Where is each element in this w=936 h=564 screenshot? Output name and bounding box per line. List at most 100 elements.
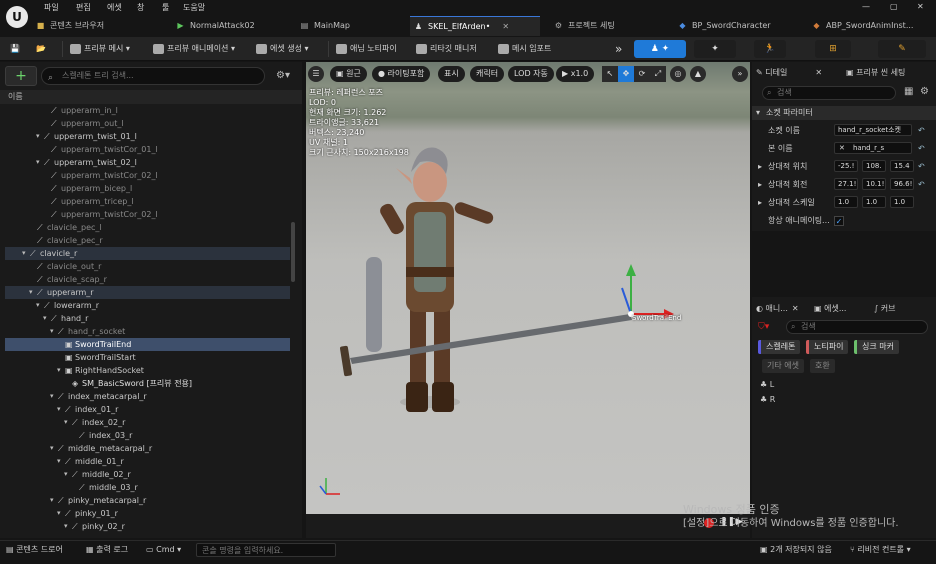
expand-arrow-icon[interactable]: ▾ xyxy=(36,156,40,169)
playrate-button[interactable]: ▶ x1.0 xyxy=(556,66,595,82)
close-details-icon[interactable]: ✕ xyxy=(815,68,822,77)
expand-arrow-icon[interactable]: ▾ xyxy=(57,403,61,416)
location-z-field[interactable]: 15.4 xyxy=(890,160,914,172)
filter-sync-marker[interactable]: 싱크 마커 xyxy=(854,340,899,354)
rotate-tool-icon[interactable]: ⟳ xyxy=(634,66,650,82)
perspective-button[interactable]: ▣ 원근 xyxy=(330,66,367,82)
blueprint-mode-button[interactable]: ⊞ xyxy=(815,40,851,58)
tab-project-settings[interactable]: ⚙ 프로젝트 세팅 xyxy=(550,16,660,36)
expand-arrow-icon[interactable]: ▾ xyxy=(64,416,68,429)
grid-view-icon[interactable]: ▦ xyxy=(904,86,913,97)
tab-curves[interactable]: ∫ 커브 xyxy=(874,300,895,318)
preview-anim-button[interactable]: 프리뷰 애니메이션 ▾ xyxy=(153,41,235,57)
reset-icon[interactable]: ↶ xyxy=(918,123,925,138)
details-settings-icon[interactable]: ⚙ xyxy=(920,86,929,97)
viewport-menu-button[interactable]: ☰ xyxy=(308,66,324,82)
filter-other-assets[interactable]: 기타 에셋 xyxy=(762,359,804,373)
track-l[interactable]: ♣ L xyxy=(760,380,774,389)
tree-row[interactable]: ⟋ upperarm_bicep_l xyxy=(5,182,290,195)
tab-asset-browser[interactable]: ▣ 에셋... xyxy=(814,300,846,318)
menu-tools[interactable]: 툴 xyxy=(162,2,169,13)
expand-arrow-icon[interactable]: ▾ xyxy=(50,494,54,507)
tree-row[interactable]: ▾ ⟋ pinky_01_r xyxy=(5,507,290,520)
cmd-dropdown[interactable]: ▭ Cmd ▾ xyxy=(146,543,181,557)
mesh-mode-button[interactable]: ✦ xyxy=(694,40,736,58)
tree-row[interactable]: ▾ ⟋ index_metacarpal_r xyxy=(5,390,290,403)
menu-file[interactable]: 파일 xyxy=(44,2,59,13)
minimize-button[interactable]: — xyxy=(862,2,870,11)
tree-row[interactable]: ▾ ⟋ lowerarm_r xyxy=(5,299,290,312)
tab-abp-sword-anim[interactable]: ◆ ABP_SwordAnimInst... xyxy=(808,16,936,36)
socket-name-field[interactable]: hand_r_socket소켓 xyxy=(834,124,912,136)
reset-icon[interactable]: ↶ xyxy=(918,159,925,174)
tree-row[interactable]: ▾ ▣ RightHandSocket xyxy=(5,364,290,377)
reset-icon[interactable]: ↶ xyxy=(918,177,925,192)
expand-arrow-icon[interactable]: ▾ xyxy=(57,507,61,520)
menu-asset[interactable]: 에셋 xyxy=(107,2,122,13)
skeleton-mode-button[interactable]: ♟ ✦ xyxy=(634,40,686,58)
tree-row[interactable]: ⟋ upperarm_tricep_l xyxy=(5,195,290,208)
tree-row[interactable]: ▾ ⟋ hand_r xyxy=(5,312,290,325)
tree-row[interactable]: ⟋ clavicle_pec_l xyxy=(5,221,290,234)
tab-bp-sword-character[interactable]: ◆ BP_SwordCharacter xyxy=(674,16,804,36)
expand-arrow-icon[interactable]: ▾ xyxy=(22,247,26,260)
menu-window[interactable]: 창 xyxy=(137,2,144,13)
unsaved-button[interactable]: ▣ 2개 저장되지 않음 xyxy=(760,543,832,557)
maximize-button[interactable]: ▢ xyxy=(890,2,898,11)
close-anim-tab-icon[interactable]: ✕ xyxy=(792,304,799,313)
scale-tool-icon[interactable]: ⤢ xyxy=(650,66,666,82)
location-x-field[interactable]: -25.! xyxy=(834,160,858,172)
lighting-button[interactable]: ● 라이팅포함 xyxy=(372,66,431,82)
tab-main-map[interactable]: ▤ MainMap xyxy=(296,16,406,36)
expand-arrow-icon[interactable]: ▾ xyxy=(64,468,68,481)
tree-row[interactable]: ▾ ⟋ clavicle_r xyxy=(5,247,290,260)
tree-row[interactable]: ▣ SwordTrailStart xyxy=(5,351,290,364)
move-tool-icon[interactable]: ✥ xyxy=(618,66,634,82)
tree-row[interactable]: ⟋ upperarm_twistCor_02_l xyxy=(5,169,290,182)
reset-icon[interactable]: ↶ xyxy=(918,141,925,156)
expand-arrow-icon[interactable]: ▸ xyxy=(758,195,762,210)
physics-mode-button[interactable]: ✎ xyxy=(878,40,926,58)
tree-row[interactable]: ⟋ middle_03_r xyxy=(5,481,290,494)
tree-row[interactable]: ▾ ⟋ upperarm_twist_01_l xyxy=(5,130,290,143)
scale-y-field[interactable]: 1.0 xyxy=(862,196,886,208)
expand-arrow-icon[interactable]: ▾ xyxy=(43,312,47,325)
show-button[interactable]: 표시 xyxy=(438,66,465,82)
tree-row[interactable]: ▾ ⟋ pinky_metacarpal_r xyxy=(5,494,290,507)
select-tool-icon[interactable]: ↖ xyxy=(602,66,618,82)
viewport-expand-icon[interactable]: » xyxy=(732,66,748,82)
tab-preview-scene[interactable]: ▣ 프리뷰 씬 세팅 xyxy=(846,64,905,82)
rotation-z-field[interactable]: 96.6! xyxy=(890,178,914,190)
socket-params-section[interactable]: ▾ 소켓 파라미터 xyxy=(752,106,936,120)
world-local-icon[interactable]: ◎ xyxy=(670,66,686,82)
tab-anim-notifies[interactable]: ◐ 애니... ✕ xyxy=(756,300,799,318)
expand-arrow-icon[interactable]: ▾ xyxy=(29,286,33,299)
expand-arrow-icon[interactable]: ▾ xyxy=(36,299,40,312)
track-r[interactable]: ♣ R xyxy=(760,395,775,404)
scale-x-field[interactable]: 1.0 xyxy=(834,196,858,208)
close-window-button[interactable]: ✕ xyxy=(917,2,924,11)
add-button[interactable]: + xyxy=(5,66,37,86)
expand-arrow-icon[interactable]: ▾ xyxy=(36,130,40,143)
filter-notify[interactable]: 노티파이 xyxy=(806,340,849,354)
expand-arrow-icon[interactable]: ▾ xyxy=(50,325,54,338)
tree-row[interactable]: ▾ ⟋ index_02_r xyxy=(5,416,290,429)
retarget-manager-button[interactable]: 리타깃 매니저 xyxy=(416,41,477,57)
clear-icon[interactable]: ✕ xyxy=(839,143,845,153)
tree-search-input[interactable]: ⌕ 스켈레톤 트리 검색... xyxy=(41,67,265,85)
expand-arrow-icon[interactable]: ▾ xyxy=(57,455,61,468)
tree-row[interactable]: ⟋ clavicle_scap_r xyxy=(5,273,290,286)
tree-row[interactable]: ⟋ clavicle_out_r xyxy=(5,260,290,273)
tree-row[interactable]: ▾ ⟋ middle_metacarpal_r xyxy=(5,442,290,455)
animation-mode-button[interactable]: 🏃 xyxy=(754,40,786,58)
tree-row[interactable]: ▾ ⟋ pinky_02_r xyxy=(5,520,290,533)
tab-normal-attack[interactable]: ▶ NormalAttack02 xyxy=(172,16,282,36)
anim-search-input[interactable]: ⌕ 검색 xyxy=(786,320,928,334)
tree-row[interactable]: ▾ ⟋ index_01_r xyxy=(5,403,290,416)
tab-content-browser[interactable]: ■ 콘텐츠 브라우저 xyxy=(32,16,152,36)
preview-mesh-button[interactable]: 프리뷰 메시 ▾ xyxy=(70,41,130,57)
anim-notify-button[interactable]: 애님 노티파이 xyxy=(336,41,397,57)
location-y-field[interactable]: 108. xyxy=(862,160,886,172)
tree-row[interactable]: ▣ SwordTrailEnd xyxy=(5,338,290,351)
scale-z-field[interactable]: 1.0 xyxy=(890,196,914,208)
